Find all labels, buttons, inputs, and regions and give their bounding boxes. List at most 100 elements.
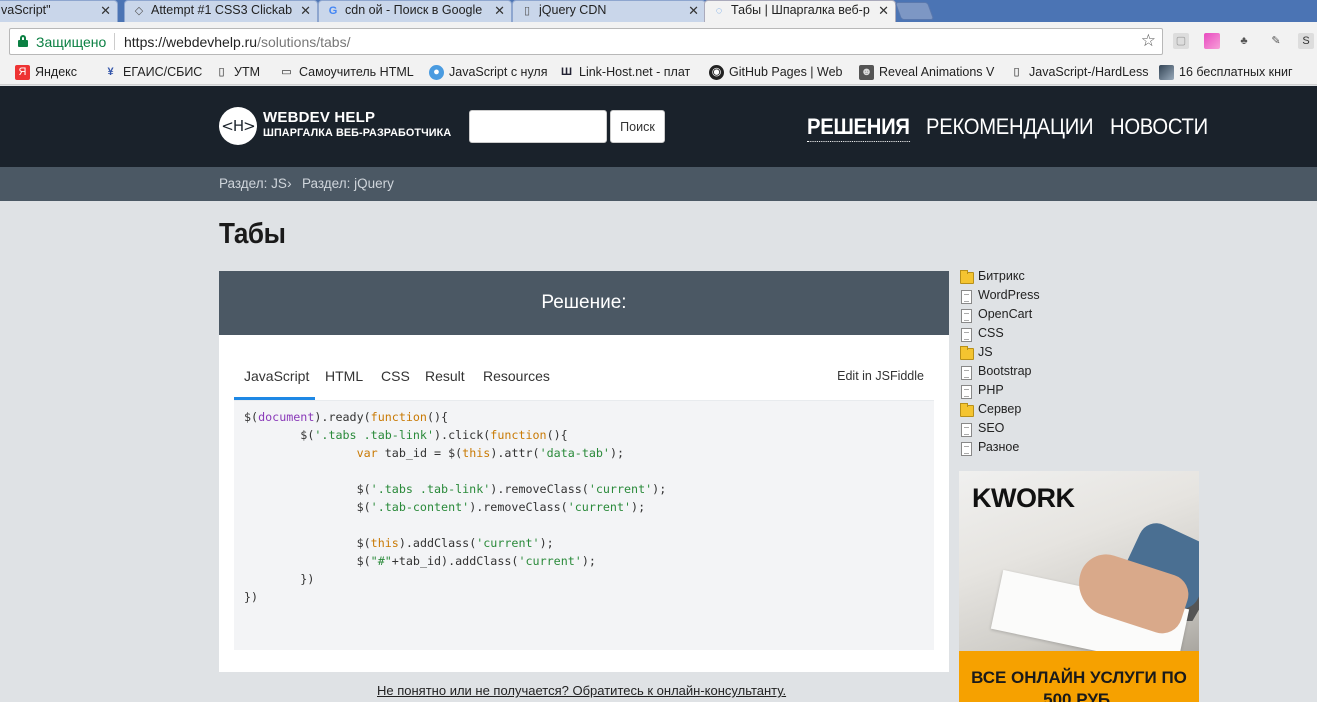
bookmark-item[interactable]: Ш Link-Host.net - плат — [559, 64, 690, 80]
document-icon — [961, 309, 972, 323]
extension-icon[interactable] — [1204, 33, 1220, 49]
github-icon: ◉ — [709, 65, 724, 80]
browser-tab[interactable]: ◇ Attempt #1 CSS3 Clickab ✕ — [124, 0, 318, 22]
address-bar[interactable]: Защищено https://webdevhelp.ru/solutions… — [9, 28, 1163, 55]
url-text[interactable]: https://webdevhelp.ru/solutions/tabs/ — [124, 34, 350, 50]
egais-icon: ¥ — [107, 66, 114, 78]
nav-solutions[interactable]: РЕШЕНИЯ — [807, 114, 910, 142]
bookmark-star-icon[interactable]: ☆ — [1141, 31, 1156, 51]
category-item[interactable]: PHP — [960, 382, 1160, 401]
page-icon: ▯ — [218, 66, 225, 78]
code-block[interactable]: $(document).ready(function(){ $('.tabs .… — [234, 401, 934, 650]
bookmark-item[interactable]: ¥ ЕГАИС/СБИС — [103, 64, 202, 80]
search-input[interactable] — [469, 110, 607, 143]
code-line: var tab_id = $(this).attr('data-tab'); — [356, 446, 625, 460]
chat-icon: ▭ — [281, 66, 292, 78]
folder-icon — [960, 346, 974, 360]
category-label: PHP — [978, 383, 1004, 397]
bookmark-item[interactable]: ◉ GitHub Pages | Web — [709, 64, 843, 80]
active-tab-indicator — [234, 397, 315, 400]
document-icon — [961, 328, 972, 342]
tab-result[interactable]: Result — [425, 368, 465, 384]
nav-news[interactable]: НОВОСТИ — [1110, 114, 1208, 140]
bookmark-item[interactable]: ▯ JavaScript-/HardLess — [1009, 64, 1148, 80]
category-item[interactable]: JS — [960, 344, 1160, 363]
category-item[interactable]: CSS — [960, 325, 1160, 344]
code-line: }) — [244, 572, 315, 586]
close-icon[interactable]: ✕ — [878, 1, 889, 20]
category-item[interactable]: Разное — [960, 439, 1160, 458]
category-item[interactable]: Битрикс — [960, 268, 1160, 287]
category-menu: Битрикс WordPress OpenCart CSS JS Bootstrap PH… — [960, 268, 1160, 458]
edit-in-jsfiddle-link[interactable]: Edit in JSFiddle — [837, 369, 924, 383]
category-label: WordPress — [978, 288, 1040, 302]
close-icon[interactable]: ✕ — [688, 1, 699, 20]
category-label: Bootstrap — [978, 364, 1032, 378]
tab-title: cdn ой - Поиск в Google — [345, 3, 483, 17]
eyedropper-icon[interactable]: ✎ — [1268, 33, 1284, 49]
evernote-icon[interactable]: ♣ — [1236, 33, 1252, 49]
jsfiddle-embed: JavaScript HTML CSS Result Resources Edi… — [234, 351, 934, 650]
profile-icon[interactable]: S — [1298, 33, 1314, 49]
browser-tab[interactable]: vaScript" ✕ — [0, 0, 118, 22]
image-icon — [1159, 65, 1174, 80]
site-tagline: ШПАРГАЛКА ВЕБ-РАЗРАБОТЧИКА — [263, 127, 452, 139]
category-item[interactable]: SEO — [960, 420, 1160, 439]
code-line: $(document).ready(function(){ — [244, 410, 449, 424]
category-item[interactable]: Bootstrap — [960, 363, 1160, 382]
bookmark-item[interactable]: ☻ Reveal Animations V — [859, 64, 994, 80]
bookmark-item[interactable]: 16 бесплатных книг — [1159, 64, 1293, 80]
google-icon: G — [328, 5, 338, 17]
page-icon: ▯ — [523, 5, 531, 17]
category-label: Битрикс — [978, 269, 1025, 283]
code-line: $(this).addClass('current'); — [244, 536, 554, 550]
tab-title: Табы | Шпаргалка веб-р — [731, 3, 870, 17]
browser-tab-active[interactable]: ◌ Табы | Шпаргалка веб-р ✕ — [704, 0, 896, 22]
search-button[interactable]: Поиск — [610, 110, 665, 143]
help-link[interactable]: Не понятно или не получается? Обратитесь… — [377, 683, 786, 698]
code-line: }) — [244, 590, 259, 604]
bookmark-item[interactable]: ● JavaScript с нуля — [429, 64, 548, 80]
lock-icon[interactable] — [18, 35, 28, 47]
security-label[interactable]: Защищено — [36, 34, 106, 50]
breadcrumb-link[interactable]: Раздел: JS — [219, 176, 287, 191]
new-tab-button[interactable] — [894, 2, 935, 20]
tab-javascript[interactable]: JavaScript — [244, 368, 309, 384]
solution-panel: Решение: JavaScript HTML CSS Result Reso… — [219, 271, 949, 672]
category-item[interactable]: WordPress — [960, 287, 1160, 306]
kwork-ad-banner[interactable]: KWORK ВСЕ ОНЛАЙН УСЛУГИ ПО 500 РУБ. — [959, 471, 1199, 702]
site-logo-icon[interactable]: <H> — [219, 107, 257, 145]
close-icon[interactable]: ✕ — [100, 1, 111, 20]
bookmark-item[interactable]: ▯ УТМ — [214, 64, 260, 80]
category-item[interactable]: OpenCart — [960, 306, 1160, 325]
close-icon[interactable]: ✕ — [494, 1, 505, 20]
close-icon[interactable]: ✕ — [300, 1, 311, 20]
loading-icon: ◌ — [715, 5, 723, 17]
page-title: Табы — [219, 218, 286, 250]
tab-resources[interactable]: Resources — [483, 368, 550, 384]
solution-heading: Решение: — [219, 271, 949, 335]
kwork-logo: KWORK — [972, 483, 1075, 513]
code-line: $('.tabs .tab-link').removeClass('curren… — [244, 482, 667, 496]
breadcrumb-link[interactable]: Раздел: jQuery — [302, 176, 394, 191]
browser-tab[interactable]: ▯ jQuery CDN ✕ — [512, 0, 706, 22]
browser-tab[interactable]: G cdn ой - Поиск в Google ✕ — [318, 0, 512, 22]
category-item[interactable]: Сервер — [960, 401, 1160, 420]
bookmark-item[interactable]: Я Яндекс — [15, 64, 77, 80]
tab-html[interactable]: HTML — [325, 368, 363, 384]
yandex-icon: Я — [15, 65, 30, 80]
page-icon: ▯ — [1013, 66, 1020, 78]
category-label: SEO — [978, 421, 1005, 435]
document-icon — [961, 290, 972, 304]
codepen-icon: ◇ — [134, 5, 144, 17]
extension-icon[interactable]: ▢ — [1173, 33, 1189, 49]
folder-icon — [960, 270, 974, 284]
code-line: $('.tab-content').removeClass('current')… — [244, 500, 646, 514]
site-brand[interactable]: WEBDEV HELP — [263, 109, 375, 126]
nav-recommendations[interactable]: РЕКОМЕНДАЦИИ — [926, 114, 1094, 140]
bookmark-item[interactable]: ▭ Самоучитель HTML — [279, 64, 413, 80]
category-label: OpenCart — [978, 307, 1033, 321]
tab-css[interactable]: CSS — [381, 368, 410, 384]
code-line: $("#"+tab_id).addClass('current'); — [244, 554, 596, 568]
